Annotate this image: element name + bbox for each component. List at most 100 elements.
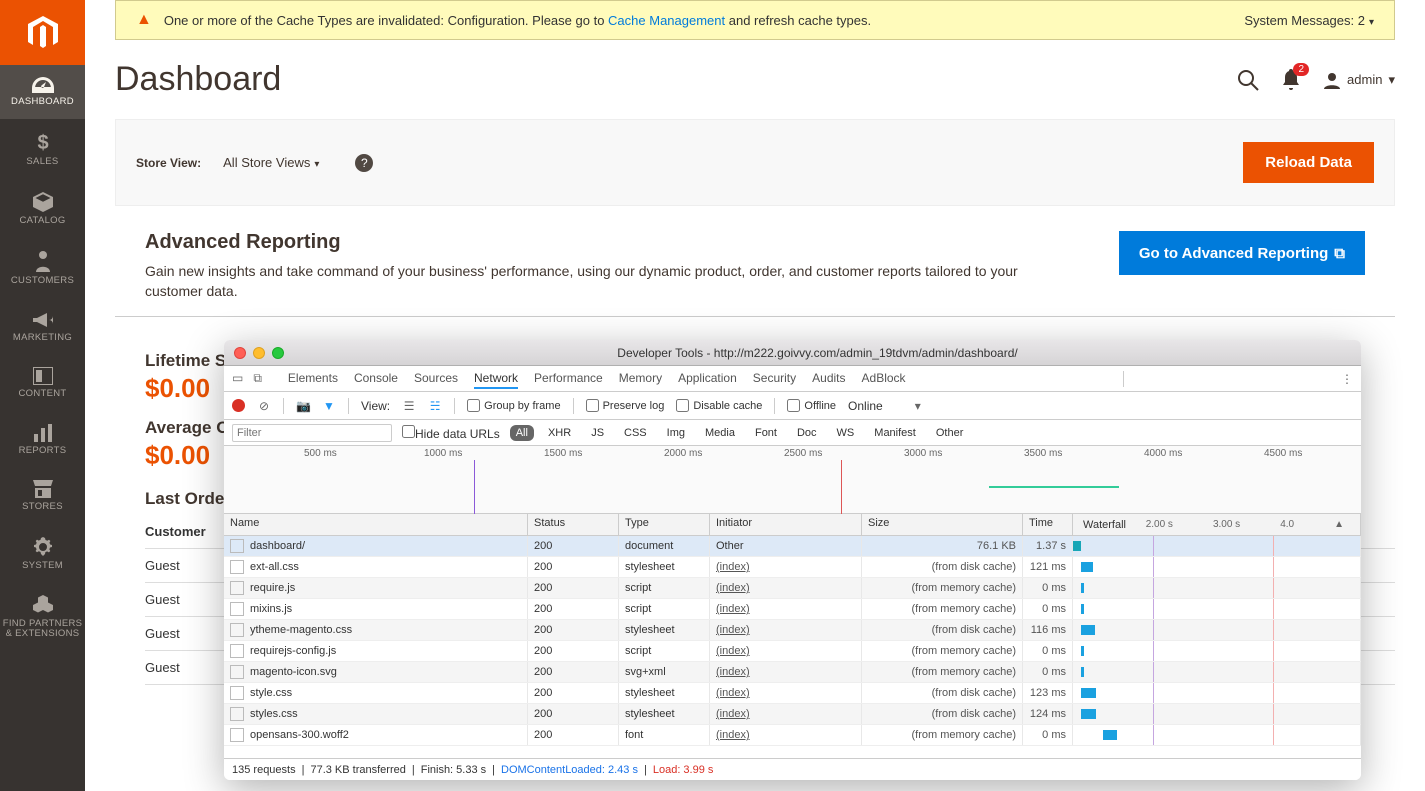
disable-cache-checkbox[interactable]: Disable cache bbox=[676, 399, 762, 412]
clear-button[interactable]: ⊘ bbox=[257, 399, 271, 413]
network-row[interactable]: styles.css200stylesheet(index)(from disk… bbox=[224, 704, 1361, 725]
network-row[interactable]: opensans-300.woff2200font(index)(from me… bbox=[224, 725, 1361, 746]
devtools-tab-audits[interactable]: Audits bbox=[812, 369, 845, 389]
sidebar-item-stores[interactable]: STORES bbox=[0, 468, 85, 524]
magento-logo[interactable] bbox=[0, 0, 85, 65]
help-icon[interactable]: ? bbox=[355, 154, 373, 172]
layout-icon bbox=[33, 367, 53, 385]
network-row[interactable]: mixins.js200script(index)(from memory ca… bbox=[224, 599, 1361, 620]
sidebar-item-partners[interactable]: FIND PARTNERS & EXTENSIONS bbox=[0, 583, 85, 652]
sys-msg-text: One or more of the Cache Types are inval… bbox=[164, 13, 871, 28]
col-waterfall[interactable]: Waterfall 2.00 s 3.00 s 4.0▲ bbox=[1073, 514, 1361, 535]
network-row[interactable]: ytheme-magento.css200stylesheet(index)(f… bbox=[224, 620, 1361, 641]
cache-management-link[interactable]: Cache Management bbox=[608, 13, 725, 28]
devtools-tab-memory[interactable]: Memory bbox=[619, 369, 662, 389]
filter-type-media[interactable]: Media bbox=[699, 425, 741, 441]
filter-type-font[interactable]: Font bbox=[749, 425, 783, 441]
devtools-tab-network[interactable]: Network bbox=[474, 369, 518, 389]
search-icon[interactable] bbox=[1237, 69, 1259, 91]
record-button[interactable] bbox=[232, 399, 245, 412]
sidebar-item-reports[interactable]: REPORTS bbox=[0, 412, 85, 468]
devtools-tab-performance[interactable]: Performance bbox=[534, 369, 603, 389]
network-row[interactable]: style.css200stylesheet(index)(from disk … bbox=[224, 683, 1361, 704]
large-rows-icon[interactable]: ☰ bbox=[402, 399, 416, 413]
admin-sidebar: DASHBOARD $ SALES CATALOG CUSTOMERS MARK… bbox=[0, 0, 85, 791]
system-messages-toggle[interactable]: System Messages: 2 bbox=[1244, 13, 1374, 28]
network-row[interactable]: ext-all.css200stylesheet(index)(from dis… bbox=[224, 557, 1361, 578]
system-message-bar: ▲ One or more of the Cache Types are inv… bbox=[115, 0, 1395, 40]
adv-reporting-body: Gain new insights and take command of yo… bbox=[145, 262, 1075, 301]
window-traffic-lights[interactable] bbox=[234, 347, 284, 359]
filter-type-ws[interactable]: WS bbox=[831, 425, 861, 441]
group-by-frame-checkbox[interactable]: Group by frame bbox=[467, 399, 560, 412]
store-view-select[interactable]: All Store Views bbox=[223, 155, 319, 170]
col-size[interactable]: Size bbox=[862, 514, 1023, 535]
view-label: View: bbox=[361, 399, 390, 413]
col-name[interactable]: Name bbox=[224, 514, 528, 535]
sidebar-item-dashboard[interactable]: DASHBOARD bbox=[0, 65, 85, 119]
filter-toggle-icon[interactable]: ▼ bbox=[322, 399, 336, 413]
sidebar-item-system[interactable]: SYSTEM bbox=[0, 525, 85, 583]
devtools-tab-sources[interactable]: Sources bbox=[414, 369, 458, 389]
col-status[interactable]: Status bbox=[528, 514, 619, 535]
inspect-element-icon[interactable]: ▭ bbox=[232, 371, 243, 386]
gauge-icon bbox=[32, 77, 54, 93]
network-row[interactable]: dashboard/200documentOther76.1 KB1.37 s bbox=[224, 536, 1361, 557]
network-timeline[interactable]: 500 ms1000 ms1500 ms2000 ms2500 ms3000 m… bbox=[224, 446, 1361, 514]
filter-type-xhr[interactable]: XHR bbox=[542, 425, 577, 441]
timeline-tick: 1000 ms bbox=[424, 448, 462, 459]
avatar-icon bbox=[1323, 71, 1341, 89]
user-menu[interactable]: admin ▾ bbox=[1323, 71, 1395, 89]
megaphone-icon bbox=[33, 311, 53, 329]
filter-type-other[interactable]: Other bbox=[930, 425, 970, 441]
close-window-icon[interactable] bbox=[234, 347, 246, 359]
devtools-titlebar[interactable]: Developer Tools - http://m222.goivvy.com… bbox=[224, 340, 1361, 366]
waterfall-view-icon[interactable]: ☵ bbox=[428, 399, 442, 413]
sidebar-item-marketing[interactable]: MARKETING bbox=[0, 299, 85, 355]
notifications-button[interactable]: 2 bbox=[1281, 69, 1301, 91]
store-icon bbox=[33, 480, 53, 498]
hide-data-urls-checkbox[interactable]: Hide data URLs bbox=[402, 425, 500, 441]
chevron-down-icon: ▾ bbox=[1388, 72, 1395, 88]
adv-reporting-title: Advanced Reporting bbox=[145, 231, 1075, 254]
sidebar-item-sales[interactable]: $ SALES bbox=[0, 119, 85, 179]
go-to-advanced-reporting-button[interactable]: Go to Advanced Reporting ⧉ bbox=[1119, 231, 1365, 275]
network-row[interactable]: magento-icon.svg200svg+xml(index)(from m… bbox=[224, 662, 1361, 683]
devtools-tab-security[interactable]: Security bbox=[753, 369, 796, 389]
network-row[interactable]: requirejs-config.js200script(index)(from… bbox=[224, 641, 1361, 662]
person-icon bbox=[36, 250, 50, 272]
filter-type-img[interactable]: Img bbox=[661, 425, 691, 441]
devtools-tab-elements[interactable]: Elements bbox=[288, 369, 338, 389]
devtools-tab-application[interactable]: Application bbox=[678, 369, 737, 389]
minimize-window-icon[interactable] bbox=[253, 347, 265, 359]
col-time[interactable]: Time bbox=[1023, 514, 1073, 535]
sidebar-item-catalog[interactable]: CATALOG bbox=[0, 180, 85, 238]
sidebar-item-content[interactable]: CONTENT bbox=[0, 355, 85, 411]
zoom-window-icon[interactable] bbox=[272, 347, 284, 359]
filter-type-all[interactable]: All bbox=[510, 425, 534, 441]
devtools-window-title: Developer Tools - http://m222.goivvy.com… bbox=[284, 346, 1351, 360]
timeline-tick: 2000 ms bbox=[664, 448, 702, 459]
devtools-tab-adblock[interactable]: AdBlock bbox=[862, 369, 906, 389]
store-view-label: Store View: bbox=[136, 156, 201, 170]
filter-type-manifest[interactable]: Manifest bbox=[868, 425, 922, 441]
col-initiator[interactable]: Initiator bbox=[710, 514, 862, 535]
devtools-tab-console[interactable]: Console bbox=[354, 369, 398, 389]
network-row[interactable]: require.js200script(index)(from memory c… bbox=[224, 578, 1361, 599]
filter-type-css[interactable]: CSS bbox=[618, 425, 653, 441]
device-toolbar-icon[interactable]: ⧉ bbox=[253, 371, 262, 386]
sidebar-item-customers[interactable]: CUSTOMERS bbox=[0, 238, 85, 298]
devtools-menu-icon[interactable]: ⋮ bbox=[1341, 372, 1353, 386]
filter-type-js[interactable]: JS bbox=[585, 425, 610, 441]
preserve-log-checkbox[interactable]: Preserve log bbox=[586, 399, 665, 412]
offline-checkbox[interactable]: Offline bbox=[787, 399, 836, 412]
timeline-tick: 3000 ms bbox=[904, 448, 942, 459]
gear-icon bbox=[33, 537, 53, 557]
camera-icon[interactable]: 📷 bbox=[296, 399, 310, 413]
timeline-tick: 1500 ms bbox=[544, 448, 582, 459]
reload-data-button[interactable]: Reload Data bbox=[1243, 142, 1374, 183]
col-type[interactable]: Type bbox=[619, 514, 710, 535]
filter-input[interactable] bbox=[232, 424, 392, 442]
filter-type-doc[interactable]: Doc bbox=[791, 425, 823, 441]
throttling-select[interactable]: Online bbox=[848, 399, 883, 413]
